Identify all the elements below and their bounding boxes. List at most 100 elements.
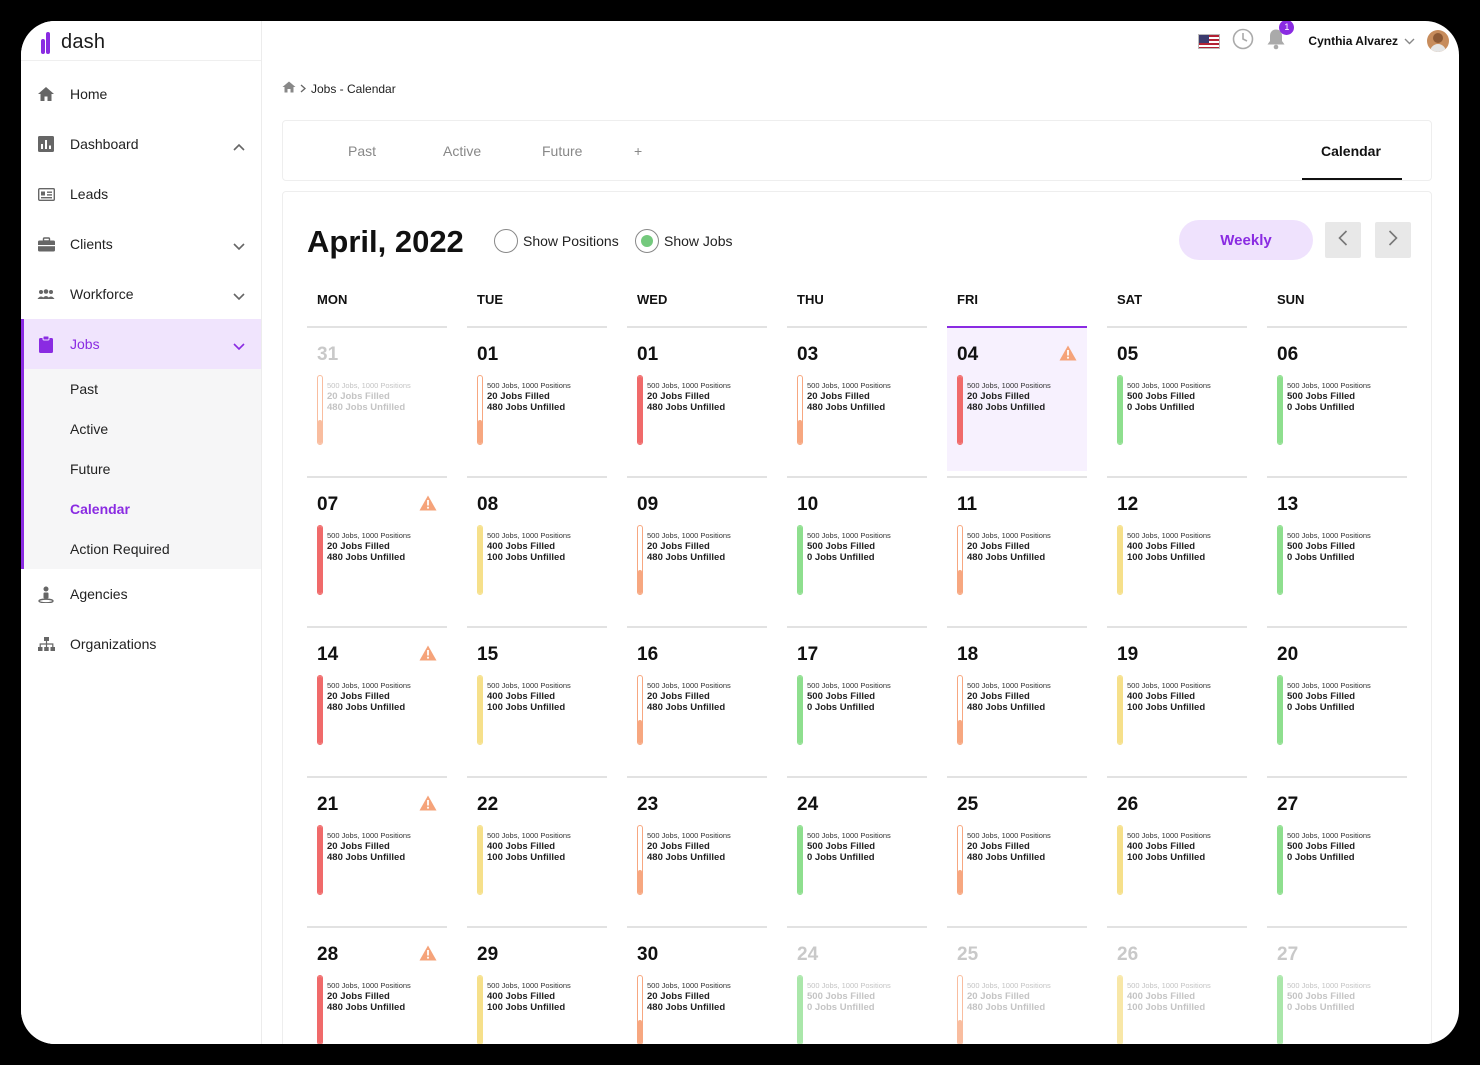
sidebar-item-workforce[interactable]: Workforce	[21, 269, 261, 319]
calendar-day-cell[interactable]: 04 500 Jobs, 1000 Positions 20 Jobs Filled…	[947, 326, 1087, 471]
weekday-mon: MON	[317, 292, 348, 307]
day-number: 21	[317, 794, 339, 815]
calendar-day-cell[interactable]: 11 500 Jobs, 1000 Positions 20 Jobs Filled…	[947, 476, 1087, 621]
calendar-day-cell[interactable]: 17 500 Jobs, 1000 Positions 500 Jobs Fille…	[787, 626, 927, 771]
calendar-day-cell[interactable]: 22 500 Jobs, 1000 Positions 400 Jobs Fille…	[467, 776, 607, 921]
tab-past[interactable]: Past	[348, 143, 376, 159]
logo[interactable]: dash	[21, 21, 261, 61]
tab-active[interactable]: Active	[443, 143, 481, 159]
calendar-day-cell[interactable]: 23 500 Jobs, 1000 Positions 20 Jobs Filled…	[627, 776, 767, 921]
people-icon	[37, 285, 55, 303]
sidebar-subitem-active[interactable]: Active	[24, 409, 261, 449]
sidebar-item-dashboard[interactable]: Dashboard	[21, 119, 261, 169]
weekly-view-button[interactable]: Weekly	[1179, 220, 1313, 260]
sidebar-subitem-calendar[interactable]: Calendar	[24, 489, 261, 529]
calendar-day-cell[interactable]: 03 500 Jobs, 1000 Positions 20 Jobs Filled…	[787, 326, 927, 471]
clock-icon[interactable]	[1232, 28, 1254, 55]
calendar-day-cell[interactable]: 21 500 Jobs, 1000 Positions 20 Jobs Filled…	[307, 776, 447, 921]
positions-text: 500 Jobs, 1000 Positions	[487, 531, 571, 540]
jobs-filled-text: 20 Jobs Filled	[647, 991, 710, 1002]
day-stats: 500 Jobs, 1000 Positions 400 Jobs Filled 1…	[487, 830, 571, 863]
jobs-tabs: Past Active Future + Calendar	[282, 120, 1432, 181]
sidebar-subitem-past[interactable]: Past	[24, 369, 261, 409]
sidebar-item-organizations[interactable]: Organizations	[21, 619, 261, 669]
sidebar-subitem-future[interactable]: Future	[24, 449, 261, 489]
home-icon[interactable]	[282, 81, 296, 96]
fill-progress-bar	[1117, 975, 1123, 1044]
day-number: 25	[957, 794, 979, 815]
fill-progress-level	[638, 870, 642, 894]
calendar-day-cell[interactable]: 01 500 Jobs, 1000 Positions 20 Jobs Filled…	[627, 326, 767, 471]
avatar[interactable]	[1427, 30, 1449, 52]
jobs-unfilled-text: 480 Jobs Unfilled	[647, 1002, 726, 1013]
positions-text: 500 Jobs, 1000 Positions	[967, 981, 1051, 990]
calendar-day-cell[interactable]: 25 500 Jobs, 1000 Positions 20 Jobs Filled…	[947, 926, 1087, 1044]
calendar-day-cell[interactable]: 30 500 Jobs, 1000 Positions 20 Jobs Filled…	[627, 926, 767, 1044]
fill-progress-level	[1278, 826, 1282, 894]
day-stats: 500 Jobs, 1000 Positions 20 Jobs Filled 48…	[647, 680, 731, 713]
notifications-button[interactable]: 1	[1266, 21, 1295, 55]
calendar-day-cell[interactable]: 01 500 Jobs, 1000 Positions 20 Jobs Filled…	[467, 326, 607, 471]
calendar-day-cell[interactable]: 24 500 Jobs, 1000 Positions 500 Jobs Fille…	[787, 776, 927, 921]
calendar-day-cell[interactable]: 10 500 Jobs, 1000 Positions 500 Jobs Fille…	[787, 476, 927, 621]
positions-text: 500 Jobs, 1000 Positions	[807, 531, 891, 540]
positions-text: 500 Jobs, 1000 Positions	[327, 981, 411, 990]
day-stats: 500 Jobs, 1000 Positions 400 Jobs Filled 1…	[1127, 680, 1211, 713]
day-number: 24	[797, 794, 819, 815]
calendar-day-cell[interactable]: 12 500 Jobs, 1000 Positions 400 Jobs Fille…	[1107, 476, 1247, 621]
calendar-day-cell[interactable]: 27 500 Jobs, 1000 Positions 500 Jobs Fille…	[1267, 776, 1407, 921]
day-stats: 500 Jobs, 1000 Positions 20 Jobs Filled 48…	[647, 380, 731, 413]
sidebar-item-home[interactable]: Home	[21, 69, 261, 119]
calendar-day-cell[interactable]: 24 500 Jobs, 1000 Positions 500 Jobs Fille…	[787, 926, 927, 1044]
day-stats: 500 Jobs, 1000 Positions 500 Jobs Filled 0…	[807, 530, 891, 563]
day-stats: 500 Jobs, 1000 Positions 20 Jobs Filled 48…	[327, 380, 411, 413]
sidebar-subitem-action-required[interactable]: Action Required	[24, 529, 261, 569]
sidebar-item-jobs[interactable]: Jobs	[24, 319, 261, 369]
chevron-down-icon[interactable]	[1404, 32, 1415, 50]
fill-progress-level	[798, 676, 802, 744]
calendar-day-cell[interactable]: 18 500 Jobs, 1000 Positions 20 Jobs Filled…	[947, 626, 1087, 771]
calendar-day-cell[interactable]: 27 500 Jobs, 1000 Positions 500 Jobs Fille…	[1267, 926, 1407, 1044]
calendar-day-cell[interactable]: 26 500 Jobs, 1000 Positions 400 Jobs Fille…	[1107, 926, 1247, 1044]
calendar-day-cell[interactable]: 14 500 Jobs, 1000 Positions 20 Jobs Filled…	[307, 626, 447, 771]
user-name[interactable]: Cynthia Alvarez	[1308, 34, 1398, 48]
calendar-day-cell[interactable]: 13 500 Jobs, 1000 Positions 500 Jobs Fille…	[1267, 476, 1407, 621]
sidebar-item-label: Workforce	[70, 286, 134, 302]
calendar-day-cell[interactable]: 28 500 Jobs, 1000 Positions 20 Jobs Filled…	[307, 926, 447, 1044]
day-number: 05	[1117, 344, 1139, 365]
day-number: 09	[637, 494, 659, 515]
calendar-day-cell[interactable]: 25 500 Jobs, 1000 Positions 20 Jobs Filled…	[947, 776, 1087, 921]
day-number: 01	[477, 344, 499, 365]
weekday-sun: SUN	[1277, 292, 1305, 307]
tab-add[interactable]: +	[634, 143, 642, 159]
calendar-day-cell[interactable]: 31 500 Jobs, 1000 Positions 20 Jobs Filled…	[307, 326, 447, 471]
calendar-day-cell[interactable]: 15 500 Jobs, 1000 Positions 400 Jobs Fille…	[467, 626, 607, 771]
sidebar-item-clients[interactable]: Clients	[21, 219, 261, 269]
day-number: 04	[957, 344, 979, 365]
positions-text: 500 Jobs, 1000 Positions	[967, 681, 1051, 690]
fill-progress-level	[318, 526, 322, 594]
tab-calendar[interactable]: Calendar	[1321, 143, 1381, 159]
calendar-day-cell[interactable]: 08 500 Jobs, 1000 Positions 400 Jobs Fille…	[467, 476, 607, 621]
jobs-filled-text: 20 Jobs Filled	[327, 391, 390, 402]
us-flag-icon[interactable]	[1198, 33, 1221, 49]
calendar-day-cell[interactable]: 16 500 Jobs, 1000 Positions 20 Jobs Filled…	[627, 626, 767, 771]
calendar-day-cell[interactable]: 07 500 Jobs, 1000 Positions 20 Jobs Filled…	[307, 476, 447, 621]
calendar-day-cell[interactable]: 29 500 Jobs, 1000 Positions 400 Jobs Fille…	[467, 926, 607, 1044]
calendar-day-cell[interactable]: 06 500 Jobs, 1000 Positions 500 Jobs Fille…	[1267, 326, 1407, 471]
next-month-button[interactable]	[1375, 222, 1411, 258]
show-jobs-radio[interactable]: Show Jobs	[635, 229, 732, 253]
calendar-day-cell[interactable]: 19 500 Jobs, 1000 Positions 400 Jobs Fille…	[1107, 626, 1247, 771]
jobs-filled-text: 400 Jobs Filled	[1127, 991, 1196, 1002]
fill-progress-level	[318, 826, 322, 894]
tab-future[interactable]: Future	[542, 143, 582, 159]
prev-month-button[interactable]	[1325, 222, 1361, 258]
calendar-day-cell[interactable]: 26 500 Jobs, 1000 Positions 400 Jobs Fille…	[1107, 776, 1247, 921]
fill-progress-level	[318, 976, 322, 1044]
sidebar-item-leads[interactable]: Leads	[21, 169, 261, 219]
calendar-day-cell[interactable]: 20 500 Jobs, 1000 Positions 500 Jobs Fille…	[1267, 626, 1407, 771]
sidebar-item-agencies[interactable]: Agencies	[21, 569, 261, 619]
calendar-day-cell[interactable]: 09 500 Jobs, 1000 Positions 20 Jobs Filled…	[627, 476, 767, 621]
show-positions-radio[interactable]: Show Positions	[494, 229, 619, 253]
calendar-day-cell[interactable]: 05 500 Jobs, 1000 Positions 500 Jobs Fille…	[1107, 326, 1247, 471]
